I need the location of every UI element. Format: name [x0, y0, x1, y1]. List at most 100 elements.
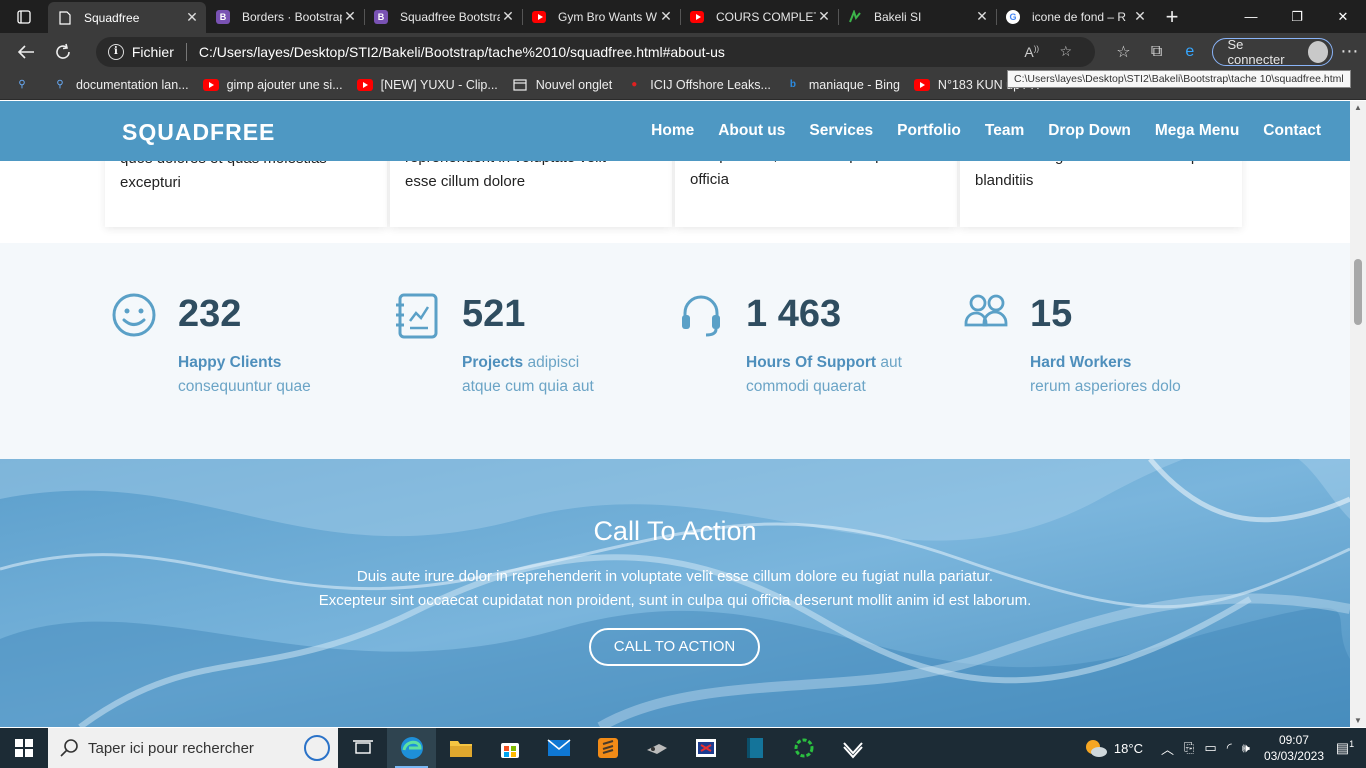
- game-app-icon[interactable]: [632, 728, 681, 768]
- new-tab-button[interactable]: +: [1154, 4, 1190, 30]
- volume-icon[interactable]: 🕪: [1242, 740, 1250, 756]
- counter-title: Hard Workers: [1030, 354, 1132, 371]
- youtube-icon: [913, 77, 930, 93]
- tab-label: Squadfree: [84, 10, 140, 25]
- store-icon[interactable]: [485, 728, 534, 768]
- tab-borders-bootstrap[interactable]: B Borders · Bootstrap ✕: [206, 0, 365, 33]
- tab-actions-icon: [17, 9, 31, 24]
- browser-tab-strip: Squadfree ✕ B Borders · Bootstrap ✕ B Sq…: [0, 0, 1366, 33]
- favorite-nouvel-onglet[interactable]: Nouvel onglet: [512, 77, 612, 93]
- url-tooltip: C:\Users\layes\Desktop\STI2\Bakeli\Boots…: [1007, 70, 1351, 88]
- file-explorer-icon[interactable]: [436, 728, 485, 768]
- card-text: excepturi: [120, 174, 181, 191]
- vscode-app-icon[interactable]: [828, 728, 877, 768]
- battery-icon[interactable]: ▭: [1204, 740, 1216, 756]
- favorite-documentation[interactable]: ⚲ documentation lan...: [52, 77, 189, 93]
- clock[interactable]: 09:07 03/03/2023: [1264, 732, 1324, 764]
- close-tab-icon[interactable]: ✕: [184, 9, 200, 26]
- scrollbar-thumb[interactable]: [1354, 259, 1362, 325]
- counter-text: rerum asperiores dolo: [1030, 378, 1181, 395]
- tab-label: Gym Bro Wants W: [558, 9, 657, 24]
- close-tab-icon[interactable]: ✕: [342, 8, 358, 25]
- refresh-icon: [56, 43, 71, 59]
- favorite-maniaque-bing[interactable]: b maniaque - Bing: [785, 77, 900, 93]
- internet-explorer-icon[interactable]: e: [1173, 43, 1206, 61]
- nav-team[interactable]: Team: [985, 122, 1024, 140]
- presentation-app-icon[interactable]: [681, 728, 730, 768]
- nav-about-us[interactable]: About us: [718, 122, 785, 140]
- nav-home[interactable]: Home: [651, 122, 694, 140]
- scroll-down-icon[interactable]: ▼: [1350, 716, 1366, 725]
- cta-text: Duis aute irure dolor in reprehenderit i…: [0, 565, 1350, 613]
- favorite-icij[interactable]: ● ICIJ Offshore Leaks...: [626, 77, 771, 93]
- show-hidden-icons[interactable]: ︿: [1161, 739, 1174, 758]
- windows-taskbar: Taper ici pour rechercher 18°C ︿ ⎘ ▭ ◜ 🕪…: [0, 728, 1366, 768]
- tab-icone-de-fond[interactable]: G icone de fond – R ✕: [996, 0, 1154, 33]
- youtube-icon: [202, 77, 219, 93]
- bing-icon: b: [789, 79, 796, 90]
- weather-widget[interactable]: 18°C: [1084, 738, 1143, 758]
- nav-drop-down[interactable]: Drop Down: [1048, 122, 1131, 140]
- counter-title: Happy Clients: [178, 354, 282, 371]
- favorite-gimp[interactable]: gimp ajouter une si...: [202, 77, 343, 93]
- youtube-icon: [690, 10, 704, 24]
- scroll-up-icon[interactable]: ▲: [1350, 103, 1366, 112]
- google-icon: G: [1006, 9, 1020, 24]
- minimize-icon[interactable]: —: [1228, 0, 1274, 33]
- favorites-icon[interactable]: ☆: [1107, 42, 1140, 62]
- tab-label: Squadfree Bootstrap: [400, 9, 500, 24]
- restore-icon[interactable]: ❐: [1274, 0, 1320, 33]
- notebook-app-icon[interactable]: [730, 728, 779, 768]
- cta-button[interactable]: Call To Action: [589, 628, 760, 666]
- site-logo[interactable]: SQUADFREE: [122, 119, 275, 146]
- task-view-icon[interactable]: [338, 728, 387, 768]
- close-tab-icon[interactable]: ✕: [1132, 8, 1148, 25]
- nav-services[interactable]: Services: [809, 122, 873, 140]
- bootstrap-icon: B: [374, 9, 388, 24]
- meet-now-icon[interactable]: ⎘: [1184, 740, 1194, 756]
- counter-hard-workers: 15 Hard Workers rerum asperiores dolo: [964, 293, 1249, 403]
- tab-squadfree[interactable]: Squadfree ✕: [48, 2, 206, 33]
- tab-bakeli[interactable]: Bakeli SI ✕: [838, 0, 997, 33]
- taskbar-search[interactable]: Taper ici pour rechercher: [48, 728, 338, 768]
- mail-icon[interactable]: [534, 728, 583, 768]
- counter-text: aut: [880, 354, 902, 371]
- tab-squadfree-bootstrap[interactable]: B Squadfree Bootstrap ✕: [364, 0, 523, 33]
- nav-portfolio[interactable]: Portfolio: [897, 122, 961, 140]
- start-button[interactable]: [0, 728, 48, 768]
- sign-in-label: Se connecter: [1227, 36, 1285, 67]
- close-tab-icon[interactable]: ✕: [658, 8, 674, 25]
- tab-cours-complet[interactable]: COURS COMPLET ✕: [680, 0, 839, 33]
- tab-gym-bro[interactable]: Gym Bro Wants W ✕: [522, 0, 681, 33]
- favorite-label: documentation lan...: [76, 77, 189, 92]
- counter-title: Hours Of Support: [746, 354, 877, 371]
- add-favorite-icon[interactable]: ☆: [1049, 43, 1083, 60]
- bing-icon[interactable]: [304, 735, 330, 761]
- edge-icon[interactable]: [387, 728, 436, 768]
- read-aloud-icon[interactable]: A)): [1015, 44, 1049, 60]
- sublime-text-icon[interactable]: [583, 728, 632, 768]
- counter-title: Projects: [462, 354, 524, 371]
- page-scrollbar[interactable]: ▲ ▼: [1350, 101, 1366, 727]
- address-bar[interactable]: i Fichier C:/Users/layes/Desktop/STI2/Ba…: [95, 36, 1095, 67]
- refresh-button[interactable]: [45, 37, 82, 67]
- back-button[interactable]: [8, 37, 45, 67]
- close-window-icon[interactable]: ✕: [1320, 0, 1366, 33]
- site-info-icon[interactable]: i: [107, 43, 124, 60]
- close-tab-icon[interactable]: ✕: [816, 8, 832, 25]
- sign-in-button[interactable]: Se connecter: [1212, 36, 1333, 67]
- favorite-yuxu[interactable]: [NEW] YUXU - Clip...: [356, 77, 498, 93]
- close-tab-icon[interactable]: ✕: [974, 8, 990, 25]
- network-icon[interactable]: ◜: [1227, 740, 1232, 756]
- notifications-button[interactable]: ▤1: [1324, 739, 1366, 757]
- sync-app-icon[interactable]: [779, 728, 828, 768]
- tab-actions-button[interactable]: [0, 0, 48, 33]
- nav-contact[interactable]: Contact: [1263, 122, 1321, 140]
- favorites-search-icon[interactable]: ⚲: [14, 77, 38, 93]
- nav-mega-menu[interactable]: Mega Menu: [1155, 122, 1239, 140]
- more-options-icon[interactable]: ⋯: [1333, 41, 1366, 62]
- collections-icon[interactable]: ⧉: [1140, 43, 1173, 61]
- close-tab-icon[interactable]: ✕: [500, 8, 516, 25]
- counter-text: consequuntur quae: [178, 378, 311, 395]
- url-text[interactable]: C:/Users/layes/Desktop/STI2/Bakeli/Boots…: [199, 44, 1015, 60]
